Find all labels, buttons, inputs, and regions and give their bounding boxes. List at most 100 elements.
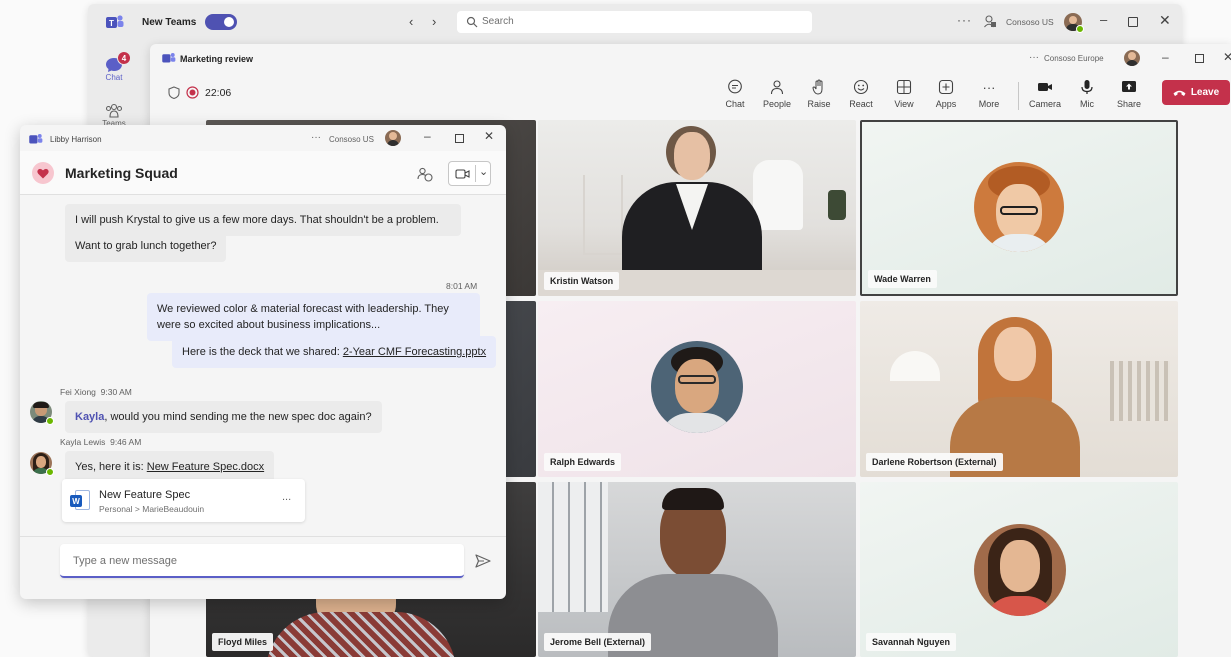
leave-label: Leave	[1190, 87, 1220, 98]
meeting-timer: 22:06	[205, 87, 232, 99]
chevron-down-icon[interactable]: ⌄	[479, 165, 488, 178]
toolbar-apps-button[interactable]: Apps	[926, 78, 966, 116]
video-tile-wade-warren[interactable]: Wade Warren	[860, 120, 1178, 296]
chat-popout-window: Libby Harrison ··· Consoso US – ✕ Market…	[20, 125, 506, 599]
video-tile-ralph-edwards[interactable]: Ralph Edwards	[538, 301, 856, 477]
message-bubble: Want to grab lunch together?	[65, 230, 227, 262]
maximize-icon[interactable]	[1128, 17, 1138, 27]
toolbar-people-button[interactable]: People	[757, 78, 797, 116]
file-more-icon[interactable]: ...	[282, 491, 291, 503]
shelf-decoration	[1110, 361, 1170, 421]
my-message-bubble-link: Here is the deck that we shared: 2-Year …	[172, 336, 497, 368]
leave-button[interactable]: Leave	[1162, 80, 1230, 105]
file-card[interactable]: W New Feature Spec Personal > MarieBeaud…	[62, 479, 305, 522]
participant-name-tag: Darlene Robertson (External)	[866, 453, 1003, 471]
toolbar-raise-button[interactable]: Raise	[799, 78, 839, 116]
video-tile-kristin-watson[interactable]: Kristin Watson	[538, 120, 856, 296]
person-face	[674, 132, 710, 180]
sender-name: Fei Xiong	[60, 387, 96, 397]
share-screen-icon	[1120, 78, 1138, 96]
chat-window-user: Libby Harrison	[50, 135, 102, 144]
participant-name-tag: Wade Warren	[868, 270, 937, 288]
kayla-message-meta: Kayla Lewis 9:46 AM	[60, 437, 141, 447]
file-link[interactable]: New Feature Spec.docx	[147, 461, 264, 473]
chat-window-maximize-icon[interactable]	[455, 134, 464, 143]
message-bubble: Kayla, would you mind sending me the new…	[65, 401, 382, 433]
toolbar-mic-button[interactable]: Mic	[1067, 78, 1107, 116]
file-link[interactable]: 2-Year CMF Forecasting.pptx	[343, 346, 486, 358]
org-switch-icon[interactable]	[984, 15, 996, 28]
meeting-titlebar: Marketing review ··· Consoso Europe – ✕	[150, 44, 1231, 74]
chat-window-close-icon[interactable]: ✕	[484, 129, 494, 143]
svg-text:T: T	[109, 19, 114, 28]
presence-available-icon	[46, 417, 54, 425]
meeting-minimize-icon[interactable]: –	[1162, 50, 1169, 64]
mic-icon	[1078, 78, 1096, 96]
minimize-icon[interactable]: –	[1100, 12, 1107, 27]
toolbar-react-label: React	[849, 99, 873, 109]
meeting-more-icon[interactable]: ···	[1029, 52, 1039, 63]
video-tile-jerome-bell[interactable]: Jerome Bell (External)	[538, 482, 856, 657]
file-title: New Feature Spec	[99, 489, 191, 501]
add-people-icon[interactable]	[417, 166, 433, 182]
message-text: , would you mind sending me the new spec…	[104, 411, 372, 423]
rail-item-chat[interactable]: Chat 4	[88, 46, 140, 92]
chat-unread-count: 4	[121, 53, 127, 63]
participant-name-tag: Floyd Miles	[212, 633, 274, 651]
video-call-divider	[475, 165, 476, 182]
shelf-decoration	[583, 175, 623, 255]
shield-icon[interactable]	[168, 86, 180, 99]
org-name: Consoso US	[1006, 17, 1054, 27]
chat-window-minimize-icon[interactable]: –	[424, 129, 431, 143]
toolbar-mic-label: Mic	[1080, 99, 1094, 109]
ralph-edwards-avatar	[651, 341, 743, 433]
chat-name: Marketing Squad	[65, 165, 178, 181]
word-file-icon: W	[70, 490, 90, 512]
meeting-close-icon[interactable]: ✕	[1223, 50, 1231, 64]
toolbar-chat-label: Chat	[725, 99, 745, 109]
more-options-icon[interactable]: ···	[957, 13, 972, 27]
toolbar-share-label: Share	[1116, 99, 1142, 109]
participant-name-tag: Ralph Edwards	[544, 453, 622, 471]
toolbar-view-button[interactable]: View	[884, 78, 924, 116]
video-call-button[interactable]: ⌄	[448, 161, 491, 186]
chat-window-more-icon[interactable]: ···	[311, 132, 321, 143]
toolbar-camera-label: Camera	[1028, 99, 1061, 109]
meeting-org-name: Consoso Europe	[1044, 54, 1104, 63]
meeting-user-avatar[interactable]	[1124, 50, 1140, 66]
message-text: Yes, here it is:	[75, 461, 147, 473]
teams-logo-icon	[29, 134, 43, 144]
toolbar-view-label: View	[894, 99, 914, 109]
my-message-bubble: We reviewed color & material forecast wi…	[147, 293, 480, 341]
person-body	[266, 612, 456, 657]
video-tile-savannah-nguyen[interactable]: Savannah Nguyen	[860, 482, 1178, 657]
forward-arrow-icon[interactable]: ›	[432, 14, 436, 29]
toolbar-chat-button[interactable]: Chat	[715, 78, 755, 116]
rail-chat-label: Chat	[105, 72, 123, 82]
new-teams-toggle[interactable]	[205, 14, 237, 30]
message-time: 9:46 AM	[110, 437, 142, 447]
add-apps-icon	[937, 78, 955, 96]
toolbar-apps-label: Apps	[935, 99, 957, 109]
heart-icon	[37, 168, 49, 178]
compose-box[interactable]: Type a new message	[60, 544, 464, 578]
video-camera-icon	[455, 169, 470, 179]
mention[interactable]: Kayla	[75, 411, 104, 423]
search-box[interactable]: Search	[457, 11, 812, 33]
meeting-title: Marketing review	[180, 54, 254, 64]
search-icon	[466, 16, 478, 28]
toolbar-share-button[interactable]: Share	[1109, 78, 1149, 116]
toolbar-camera-button[interactable]: Camera	[1025, 78, 1065, 116]
close-icon[interactable]: ✕	[1159, 12, 1171, 29]
search-placeholder: Search	[482, 16, 514, 27]
toolbar-more-button[interactable]: ··· More	[969, 78, 1009, 116]
meeting-maximize-icon[interactable]	[1195, 54, 1204, 63]
chat-window-user-avatar[interactable]	[385, 130, 401, 146]
send-icon[interactable]	[475, 554, 491, 568]
group-chat-avatar	[32, 162, 54, 184]
back-arrow-icon[interactable]: ‹	[409, 14, 413, 29]
participant-name-tag: Kristin Watson	[544, 272, 620, 290]
message-text: Here is the deck that we shared:	[182, 346, 343, 358]
video-tile-darlene-robertson[interactable]: Darlene Robertson (External)	[860, 301, 1178, 477]
toolbar-react-button[interactable]: React	[841, 78, 881, 116]
